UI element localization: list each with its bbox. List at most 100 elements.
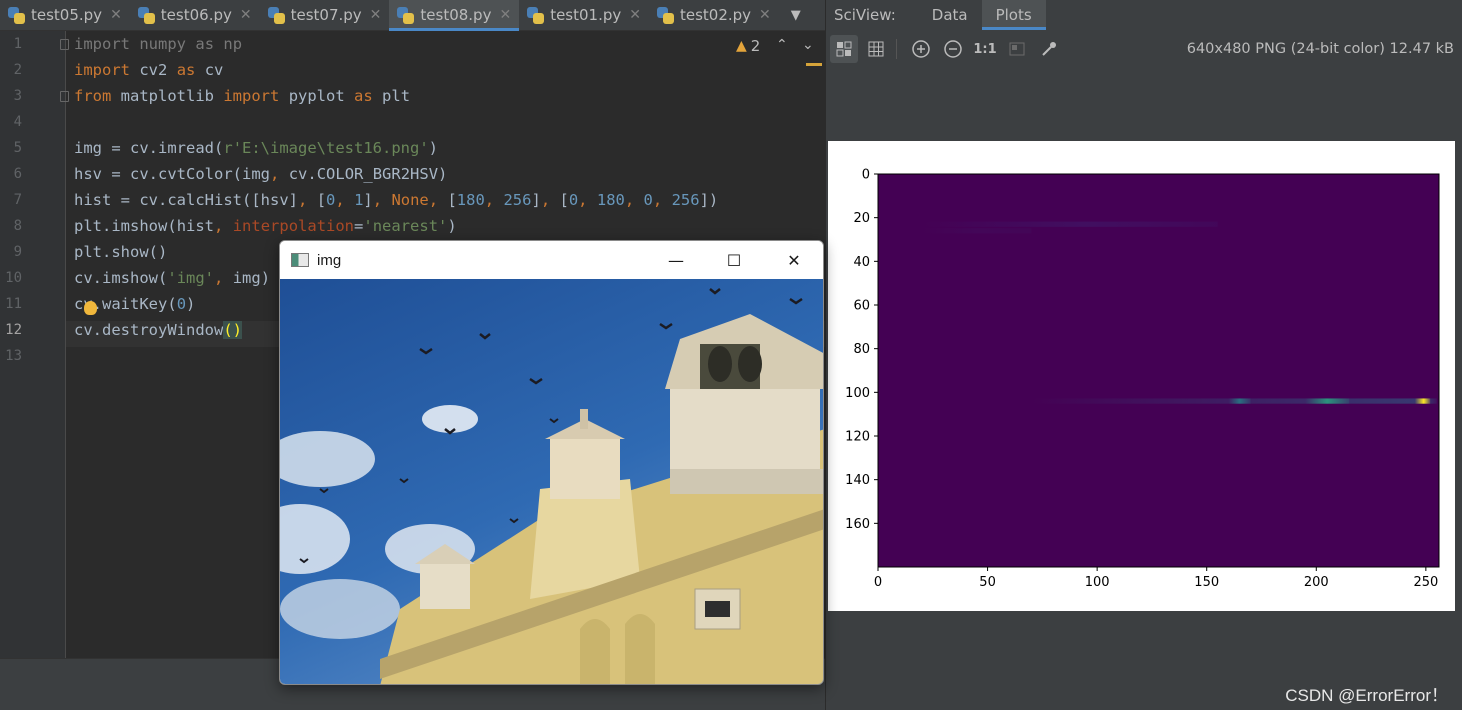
python-file-icon: [527, 6, 545, 24]
x-tick-label: 50: [979, 575, 996, 590]
line-number: 6: [13, 166, 22, 182]
code-line-3[interactable]: from matplotlib import pyplot as plt: [74, 83, 410, 109]
histogram-streak: [1228, 398, 1251, 404]
y-tick-label: 20: [853, 211, 870, 226]
histogram-streak: [921, 221, 1218, 227]
grid-icon[interactable]: [862, 35, 890, 63]
close-icon[interactable]: ✕: [499, 7, 511, 23]
close-icon[interactable]: ✕: [370, 7, 382, 23]
histogram-streak: [1305, 398, 1350, 404]
close-icon[interactable]: ✕: [110, 7, 122, 23]
tab-test01[interactable]: test01.py ✕: [519, 0, 649, 30]
minimize-button[interactable]: —: [647, 241, 705, 279]
fold-marker-icon[interactable]: [60, 39, 69, 50]
tab-plots[interactable]: Plots: [981, 0, 1046, 30]
line-number: 3: [13, 88, 22, 104]
x-tick-label: 200: [1304, 575, 1329, 590]
inspection-widget[interactable]: ▲ 2: [736, 37, 760, 55]
code-line-6[interactable]: hsv = cv.cvtColor(img, cv.COLOR_BGR2HSV): [74, 161, 447, 187]
color-picker-icon[interactable]: [1035, 35, 1063, 63]
tab-test07[interactable]: test07.py ✕: [260, 0, 390, 30]
python-file-icon: [137, 6, 155, 24]
tab-label: test07.py: [290, 6, 362, 24]
tab-label: test06.py: [160, 6, 232, 24]
python-file-icon: [397, 6, 415, 24]
code-line-1[interactable]: import numpy as np: [74, 31, 242, 57]
y-tick-label: 160: [845, 517, 870, 532]
editor-tab-bar: test05.py ✕ test06.py ✕ test07.py ✕ test…: [0, 0, 825, 31]
zoom-in-icon[interactable]: [907, 35, 935, 63]
line-number: 8: [13, 218, 22, 234]
warning-stripe-marker[interactable]: [806, 63, 822, 66]
chevron-down-icon[interactable]: ▼: [781, 0, 811, 30]
actual-size-icon[interactable]: 1:1: [971, 35, 999, 63]
zoom-out-icon[interactable]: [939, 35, 967, 63]
code-line-2[interactable]: import cv2 as cv: [74, 57, 223, 83]
tab-test06[interactable]: test06.py ✕: [130, 0, 260, 30]
y-tick-label: 40: [853, 255, 870, 270]
y-tick-label: 140: [845, 473, 870, 488]
close-icon[interactable]: ✕: [240, 7, 252, 23]
image-info-label: 640x480 PNG (24-bit color) 12.47 kB: [1186, 41, 1454, 57]
x-tick-label: 150: [1194, 575, 1219, 590]
line-number: 11: [5, 296, 22, 312]
background-icon[interactable]: [1003, 35, 1031, 63]
close-icon[interactable]: ✕: [759, 7, 771, 23]
y-tick-label: 100: [845, 386, 870, 401]
line-number: 2: [13, 62, 22, 78]
python-file-icon: [267, 6, 285, 24]
lightbulb-icon[interactable]: [84, 301, 97, 315]
python-file-icon: [8, 6, 25, 24]
tab-data[interactable]: Data: [918, 0, 982, 30]
histogram-heatmap: 0 50 100 150 200 250 0 20 40 60 80 100 120 140 160: [845, 168, 1440, 590]
close-icon[interactable]: ✕: [629, 7, 641, 23]
tab-test05[interactable]: test05.py ✕: [0, 0, 130, 30]
warning-icon: ▲: [736, 38, 747, 54]
code-line-7[interactable]: hist = cv.calcHist([hsv], [0, 1], None, …: [74, 187, 718, 213]
line-number: 13: [5, 348, 22, 364]
histogram-streak: [921, 228, 1032, 234]
tab-label: test02.py: [679, 6, 752, 24]
fold-marker-icon[interactable]: [60, 91, 69, 102]
line-number-current: 12: [5, 322, 22, 338]
next-highlight-icon[interactable]: ⌄: [802, 37, 814, 53]
tab-label: test05.py: [31, 6, 103, 24]
building-photo: [280, 279, 823, 684]
line-number: 7: [13, 192, 22, 208]
line-number: 5: [13, 140, 22, 156]
tab-label: test08.py: [420, 6, 492, 24]
code-line-9[interactable]: plt.show(): [74, 239, 167, 265]
plot-image[interactable]: 0 50 100 150 200 250 0 20 40 60 80 100 120 140 160: [828, 141, 1455, 611]
line-number: 9: [13, 244, 22, 260]
line-number: 1: [13, 36, 22, 52]
y-tick-label: 80: [853, 342, 870, 357]
close-window-button[interactable]: ✕: [765, 241, 823, 279]
tab-test08[interactable]: test08.py ✕: [389, 0, 520, 31]
img-window-title: img: [317, 251, 342, 269]
y-tick-label: 60: [853, 299, 870, 314]
maximize-button[interactable]: ☐: [705, 241, 763, 279]
code-line-8[interactable]: plt.imshow(hist, interpolation='nearest'…: [74, 213, 457, 239]
fit-icon[interactable]: [830, 35, 858, 63]
line-number: 4: [13, 114, 22, 130]
histogram-streak: [1414, 398, 1431, 404]
code-line-5[interactable]: img = cv.imread(r'E:\image\test16.png'): [74, 135, 438, 161]
x-tick-label: 100: [1085, 575, 1110, 590]
sciview-tab-bar: SciView: Data Plots: [826, 0, 1462, 30]
y-tick-label: 120: [845, 430, 870, 445]
sciview-title: SciView:: [834, 6, 896, 24]
line-number: 10: [5, 270, 22, 286]
y-tick-label: 0: [862, 168, 870, 183]
watermark-text: CSDN @ErrorError！: [1285, 686, 1448, 705]
code-line-12[interactable]: cv.destroyWindow(): [74, 317, 243, 343]
img-window[interactable]: img — ☐ ✕: [279, 240, 824, 685]
img-window-titlebar[interactable]: img — ☐ ✕: [280, 241, 823, 279]
toolbar-divider: [896, 39, 897, 59]
x-tick-label: 250: [1413, 575, 1438, 590]
previous-highlight-icon[interactable]: ⌃: [776, 37, 788, 53]
tab-test02[interactable]: test02.py ✕: [649, 0, 779, 30]
python-file-icon: [656, 6, 674, 24]
x-tick-label: 0: [874, 575, 882, 590]
code-line-10[interactable]: cv.imshow('img', img): [74, 265, 270, 291]
app-icon: [291, 253, 309, 267]
